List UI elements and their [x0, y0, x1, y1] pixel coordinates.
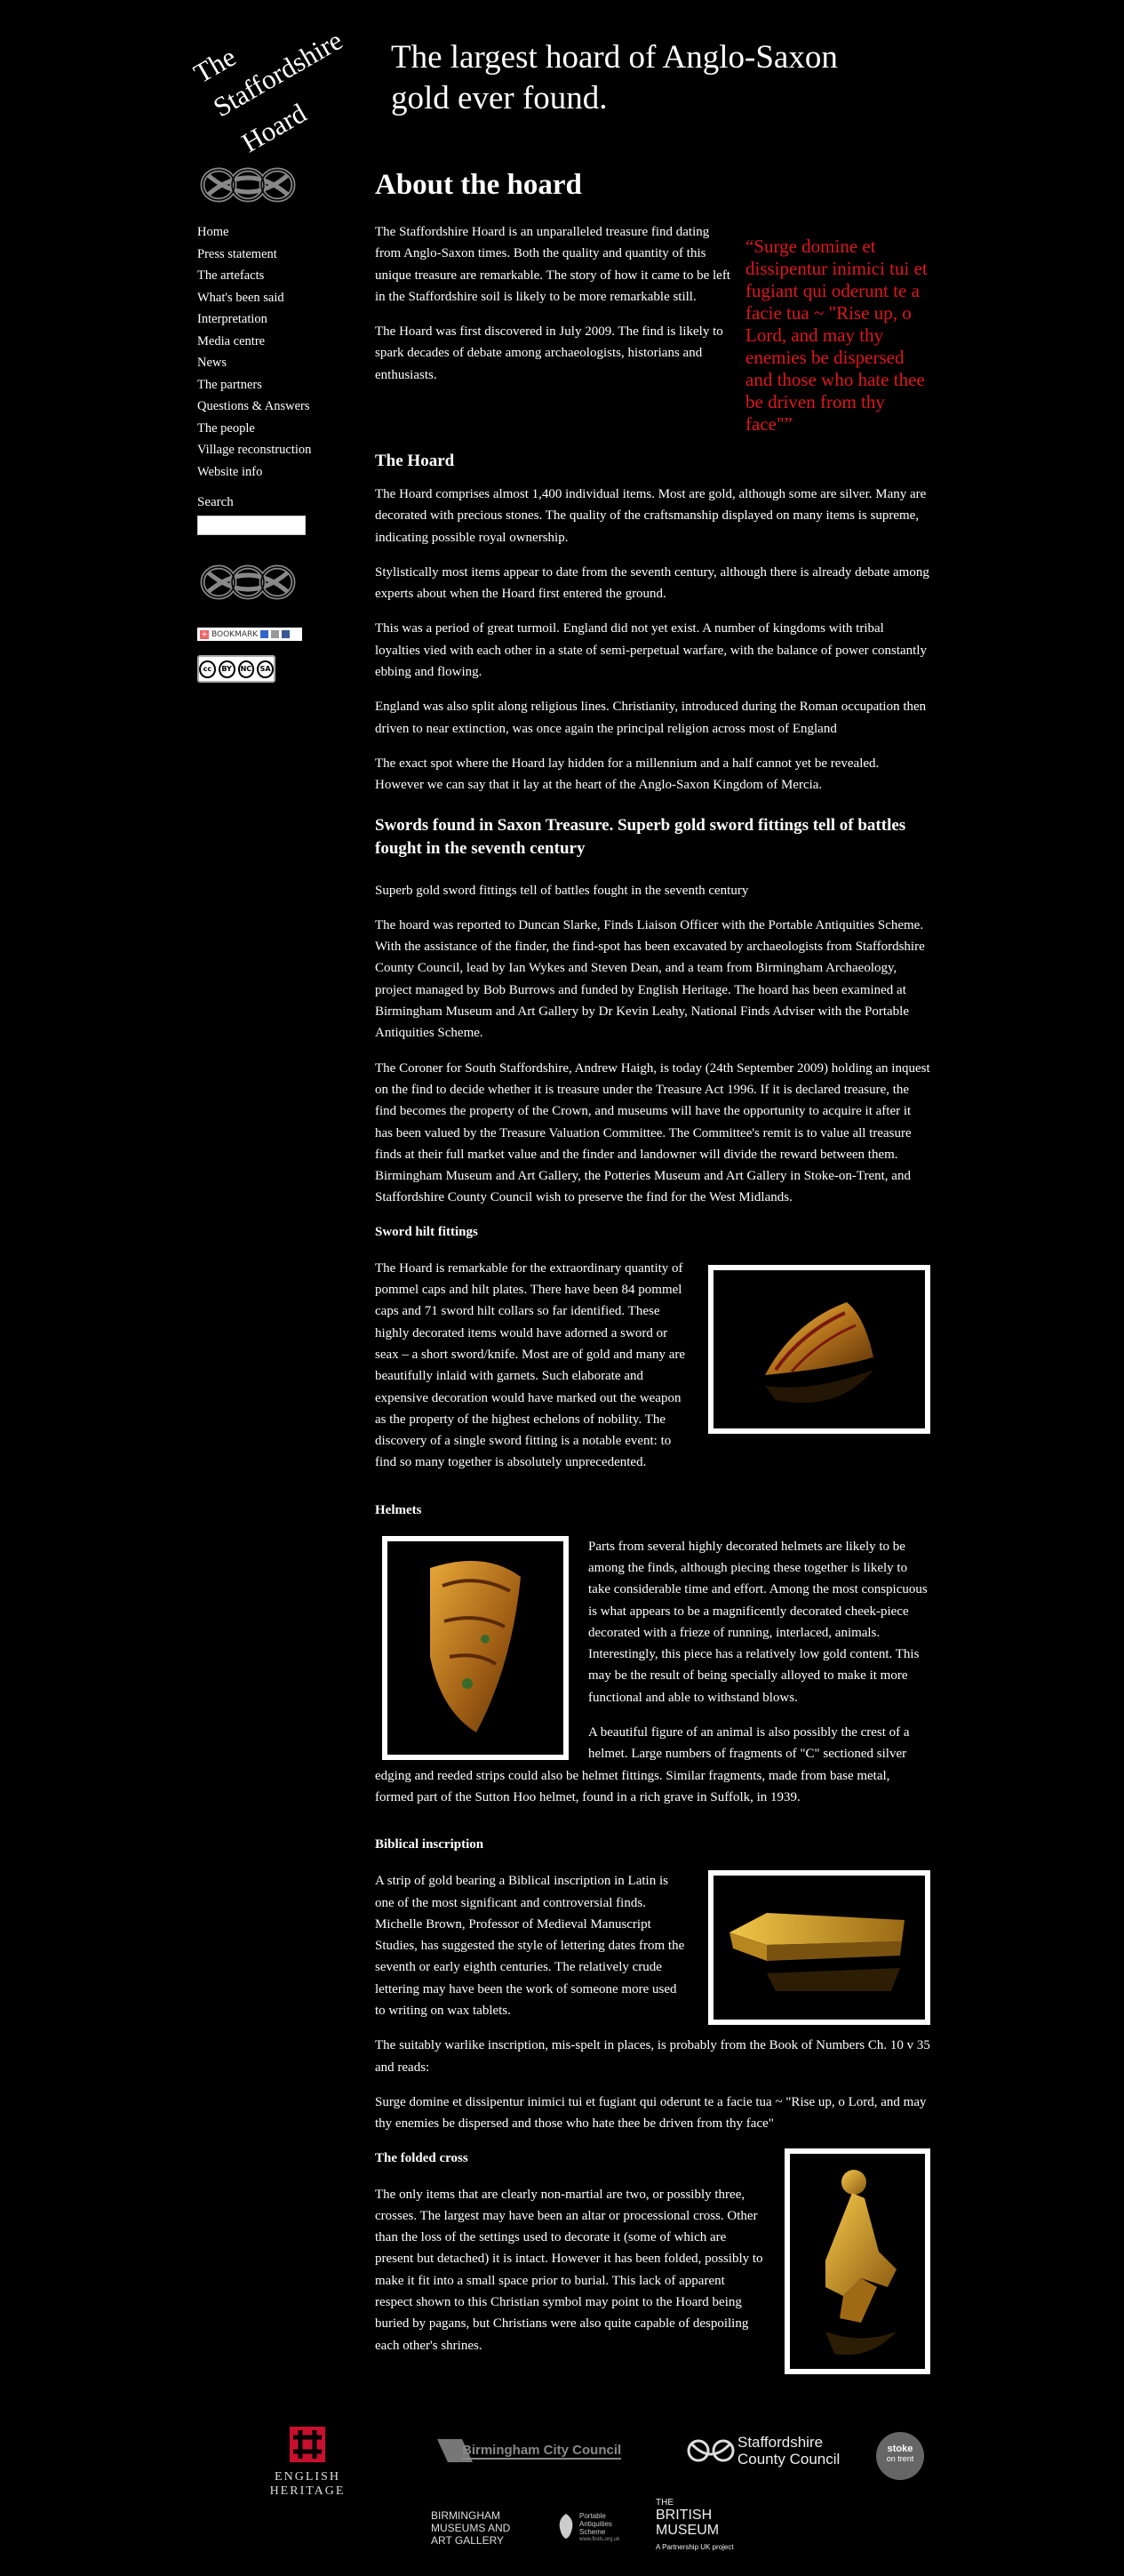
nav-link-home[interactable]: Home	[197, 225, 228, 239]
bookmark-label: BOOKMARK	[211, 629, 259, 639]
nav-link-questions-answers[interactable]: Questions & Answers	[197, 399, 309, 413]
bm-label-line-1: THE	[656, 2498, 674, 2508]
nav-item-news[interactable]: News	[197, 352, 339, 374]
sa-icon: SA	[257, 660, 274, 678]
nav-item-questions-answers[interactable]: Questions & Answers	[197, 396, 339, 418]
nav-item-artefacts[interactable]: The artefacts	[197, 265, 339, 287]
site-tagline: The largest hoard of Anglo-Saxon gold ev…	[391, 37, 924, 119]
nav-item-people[interactable]: The people	[197, 418, 339, 440]
nav-link-whats-been-said[interactable]: What's been said	[197, 291, 284, 305]
birmingham-city-council-logo[interactable]: Birmingham City Council	[435, 2436, 662, 2466]
hoard-paragraph: The Hoard comprises almost 1,400 individ…	[375, 487, 927, 545]
biblical-paragraph: The suitably warlike inscription, mis-sp…	[375, 2038, 930, 2075]
celtic-knot-icon	[200, 167, 296, 203]
inscription-strip-photo[interactable]	[708, 1870, 930, 2026]
hoard-paragraph: This was a period of great turmoil. Engl…	[375, 621, 928, 680]
nav-item-interpretation[interactable]: Interpretation	[197, 308, 339, 331]
creative-commons-badge[interactable]: cc BY NC SA	[197, 655, 275, 683]
nav-link-media-centre[interactable]: Media centre	[197, 334, 265, 348]
nav-link-artefacts[interactable]: The artefacts	[197, 268, 264, 283]
bm-subtitle: A Partnership UK project	[656, 2543, 734, 2551]
portable-antiquities-logo[interactable]: Portable Antiquities Scheme www.finds.or…	[556, 2512, 636, 2551]
search-input[interactable]	[197, 516, 306, 535]
swords-paragraph: Superb gold sword fittings tell of battl…	[375, 883, 749, 898]
bm-label-line-3: MUSEUM	[656, 2523, 720, 2538]
staffordshire-knot-icon	[687, 2439, 735, 2462]
stoke-label-line-1: stoke	[887, 2444, 913, 2454]
cc-icon: cc	[199, 660, 216, 678]
bmag-label-line-2: MUSEUMS AND	[431, 2522, 511, 2534]
section-heading-biblical: Biblical inscription	[375, 1837, 484, 1852]
nav-link-news[interactable]: News	[197, 356, 227, 370]
nav-link-press-statement[interactable]: Press statement	[197, 247, 277, 261]
nav-item-home[interactable]: Home	[197, 221, 339, 244]
site-logo[interactable]: The Staffordshire Hoard	[185, 18, 371, 158]
swords-paragraph: The hoard was reported to Duncan Slarke,…	[375, 917, 925, 1041]
nav-item-website-info[interactable]: Website info	[197, 461, 339, 484]
section-heading-helmets: Helmets	[375, 1502, 422, 1517]
pas-label-line-1: Portable	[579, 2512, 606, 2520]
intro-paragraph: The Hoard was first discovered in July 2…	[375, 324, 723, 382]
bm-label-line-2: BRITISH	[656, 2508, 713, 2523]
stoke-on-trent-logo[interactable]: stoke on trent	[876, 2432, 924, 2480]
nav-item-press-statement[interactable]: Press statement	[197, 244, 339, 266]
nav-item-partners[interactable]: The partners	[197, 374, 339, 396]
english-heritage-icon	[290, 2427, 325, 2462]
nav-item-media-centre[interactable]: Media centre	[197, 331, 339, 353]
nav-item-whats-been-said[interactable]: What's been said	[197, 287, 339, 309]
nav-item-village-reconstruction[interactable]: Village reconstruction	[197, 439, 339, 461]
search-label: Search	[197, 495, 234, 509]
staffordshire-county-council-logo[interactable]: Staffordshire County Council	[686, 2428, 864, 2473]
main-content: About the hoard “Surge domine et dissipe…	[375, 169, 930, 2374]
celtic-knot-icon	[200, 564, 296, 600]
pommel-cap-photo[interactable]	[708, 1264, 930, 1434]
sidebar: Home Press statement The artefacts What'…	[197, 164, 339, 683]
section-heading-swords: Swords found in Saxon Treasure. Superb g…	[375, 815, 906, 858]
bookmark-button[interactable]: + BOOKMARK	[197, 628, 302, 641]
staffs-label-line-1: Staffordshire	[737, 2434, 824, 2451]
english-heritage-label: ENGLISH HERITAGE	[269, 2470, 346, 2498]
intro-section: “Surge domine et dissipentur inimici tui…	[375, 221, 930, 436]
section-heading-hoard: The Hoard	[375, 452, 455, 470]
share-icon	[260, 630, 269, 638]
main-navigation: Home Press statement The artefacts What'…	[197, 221, 339, 483]
nc-icon: NC	[237, 660, 255, 678]
antiquities-icon	[559, 2514, 573, 2539]
tagline-line-1: The largest hoard of Anglo-Saxon	[391, 39, 838, 76]
plus-icon: +	[200, 629, 209, 639]
pas-label-line-3: Scheme	[579, 2528, 606, 2536]
swords-paragraph: The Coroner for South Staffordshire, And…	[375, 1060, 930, 1205]
nav-link-partners[interactable]: The partners	[197, 378, 262, 392]
bmag-label-line-3: ART GALLERY	[431, 2534, 505, 2547]
page-title: About the hoard	[375, 169, 582, 201]
bmag-label-line-1: BIRMINGHAM	[431, 2509, 500, 2522]
nav-link-village-reconstruction[interactable]: Village reconstruction	[197, 443, 311, 457]
hoard-paragraph: The exact spot where the Hoard lay hidde…	[375, 756, 880, 793]
hoard-paragraph: England was also split along religious l…	[375, 700, 927, 736]
by-icon: BY	[218, 660, 235, 678]
section-heading-hilt: Sword hilt fittings	[375, 1224, 478, 1239]
partner-logos: ENGLISH HERITAGE Birmingham City Council…	[0, 2416, 1124, 2576]
nav-link-people[interactable]: The people	[197, 421, 255, 436]
pas-label-line-2: Antiquities	[579, 2520, 612, 2528]
folded-cross-photo[interactable]	[785, 2148, 930, 2374]
tagline-line-2: gold ever found.	[391, 80, 608, 116]
pas-url: www.finds.org.uk	[579, 2537, 620, 2542]
birmingham-council-label: Birmingham City Council	[462, 2442, 622, 2460]
nav-link-interpretation[interactable]: Interpretation	[197, 312, 267, 326]
facebook-icon	[282, 630, 291, 638]
stoke-label-line-2: on trent	[886, 2454, 914, 2463]
staffs-label-line-2: County Council	[737, 2451, 841, 2468]
british-museum-logo[interactable]: THE BRITISH MUSEUM A Partnership UK proj…	[656, 2498, 753, 2551]
biblical-paragraph: Surge domine et dissipentur inimici tui …	[375, 2094, 927, 2132]
nav-link-website-info[interactable]: Website info	[197, 465, 262, 479]
birmingham-museums-logo[interactable]: BIRMINGHAM MUSEUMS AND ART GALLERY	[431, 2509, 520, 2547]
helmet-cheek-piece-photo[interactable]	[382, 1535, 569, 1760]
hoard-paragraph: Stylistically most items appear to date …	[375, 564, 929, 602]
share-icon	[271, 630, 280, 638]
pull-quote: “Surge domine et dissipentur inimici tui…	[745, 236, 928, 435]
intro-paragraph: The Staffordshire Hoard is an unparallel…	[375, 225, 730, 304]
english-heritage-logo[interactable]: ENGLISH HERITAGE	[236, 2425, 379, 2499]
